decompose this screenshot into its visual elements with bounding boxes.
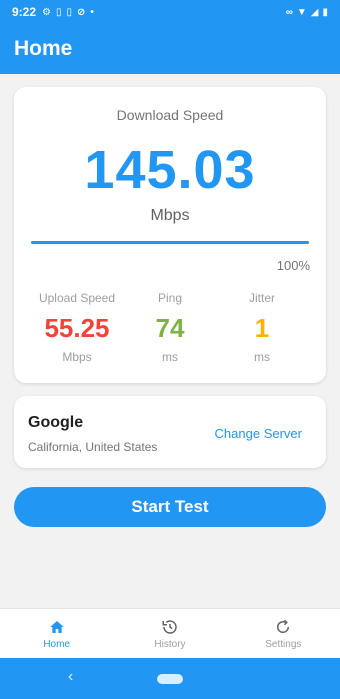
status-icons-right: ∞ ▼ ◢ ▮ (286, 7, 328, 18)
refresh-icon (274, 618, 292, 636)
nav-label-home: Home (43, 638, 70, 650)
status-time: 9:22 (12, 5, 37, 19)
jitter-metric: Jitter 1 ms (212, 291, 312, 364)
server-card: Google California, United States Change … (14, 396, 326, 468)
bottom-nav: Home History Settings (0, 608, 340, 658)
upload-metric: Upload Speed 55.25 Mbps (27, 291, 127, 364)
jitter-value: 1 (254, 313, 270, 343)
nav-label-settings: Settings (265, 638, 302, 650)
progress-bar (31, 241, 309, 244)
nav-item-settings[interactable]: Settings (227, 609, 340, 658)
page-title: Home (14, 37, 73, 60)
nav-item-home[interactable]: Home (0, 609, 113, 658)
progress-percent: 100% (276, 258, 310, 273)
history-icon (161, 618, 179, 636)
battery-icon: ▮ (322, 6, 328, 18)
sim-icon: ▯ (66, 6, 73, 18)
status-bar: 9:22 ⚙ ▯ ▯ ⊘ • ∞ ▼ ◢ ▮ (0, 0, 340, 24)
ping-value: 74 (155, 313, 185, 343)
jitter-label: Jitter (248, 291, 275, 305)
ping-unit: ms (162, 350, 178, 364)
home-icon (49, 618, 65, 636)
home-pill-button[interactable] (157, 673, 183, 684)
upload-unit: Mbps (62, 350, 92, 364)
back-icon[interactable]: ‹ (68, 668, 73, 686)
start-test-button[interactable]: Start Test (14, 487, 326, 527)
sync-icon: ⊘ (77, 6, 86, 18)
wifi-icon: ▼ (296, 6, 307, 18)
progress-fill (31, 241, 309, 244)
upload-label: Upload Speed (38, 291, 116, 305)
download-label: Download Speed (116, 107, 224, 123)
gear-icon: ⚙ (42, 6, 51, 18)
sim-icon: ▯ (56, 6, 62, 18)
link-icon: ∞ (285, 6, 293, 18)
signal-icon: ◢ (310, 6, 319, 18)
jitter-unit: ms (254, 350, 270, 364)
upload-value: 55.25 (44, 313, 110, 343)
server-location: California, United States (28, 440, 158, 454)
dot-icon: • (90, 6, 94, 18)
ping-label: Ping (157, 291, 183, 305)
app-bar: Home (0, 24, 340, 74)
nav-label-history: History (154, 638, 186, 650)
system-nav-bar: ‹ (0, 658, 340, 699)
ping-metric: Ping 74 ms (120, 291, 220, 364)
status-icons-left: ⚙ ▯ ▯ ⊘ • (42, 7, 94, 18)
nav-item-history[interactable]: History (113, 609, 226, 658)
download-value: 145.03 (84, 140, 256, 200)
change-server-button[interactable]: Change Server (215, 426, 302, 441)
server-name: Google (28, 414, 84, 431)
speed-card: Download Speed 145.03 Mbps 100% Upload S… (14, 87, 326, 383)
download-unit: Mbps (150, 207, 190, 224)
